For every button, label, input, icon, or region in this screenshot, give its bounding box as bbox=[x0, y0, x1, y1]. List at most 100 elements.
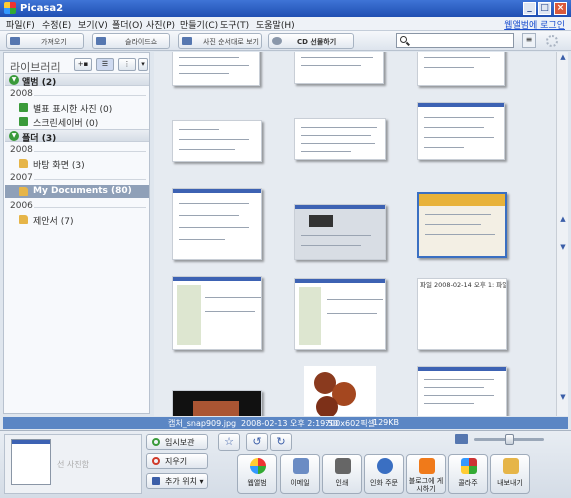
blog-post-button[interactable]: 블로그에 게시하기 bbox=[406, 454, 446, 494]
status-dimensions: 700x602픽셀 bbox=[325, 419, 375, 428]
thumbnail[interactable] bbox=[172, 276, 262, 350]
clear-icon bbox=[152, 457, 160, 465]
menu-view[interactable]: 보기(V) bbox=[78, 18, 108, 31]
thumbnail[interactable] bbox=[294, 278, 386, 350]
thumbnail-selected[interactable] bbox=[417, 192, 507, 258]
toolbar: 가져오기 슬라이드쇼 사진 순서대로 보기 CD 선물하기 ≡ bbox=[0, 31, 571, 51]
add-album-button[interactable]: +▪ bbox=[74, 58, 92, 71]
email-button[interactable]: 이메일 bbox=[280, 454, 320, 494]
folder-item-desktop[interactable]: 바탕 화면 (3) bbox=[16, 157, 148, 171]
slideshow-icon bbox=[96, 37, 106, 45]
collage-icon bbox=[461, 458, 477, 474]
import-icon bbox=[10, 37, 20, 45]
gift-cd-button[interactable]: CD 선물하기 bbox=[268, 33, 354, 49]
zoom-icon bbox=[455, 434, 468, 444]
menu-tools[interactable]: 도구(T) bbox=[220, 18, 249, 31]
email-icon bbox=[293, 458, 309, 474]
sidebar-options-button[interactable]: ▾ bbox=[138, 58, 148, 71]
thumbnail-grid: 파일 2008-02-14 오후 1: 파일 2008-02-14 오후 2: … bbox=[154, 52, 556, 416]
export-folder-icon bbox=[503, 458, 519, 474]
status-bar: 캡처_snap909.jpg 2008-02-13 오후 2:19:50 700… bbox=[3, 417, 568, 429]
rotate-right-button[interactable]: ↻ bbox=[270, 433, 292, 451]
menu-edit[interactable]: 수정(E) bbox=[42, 18, 71, 31]
divider bbox=[34, 95, 146, 96]
thumbnail[interactable] bbox=[294, 52, 384, 84]
library-sidebar: 라이브러리 +▪ ☰ ⋮ ▾ ▼ 앨범 (2) 2008 별표 표시한 사진 (… bbox=[3, 52, 150, 414]
thumbnail[interactable] bbox=[417, 102, 505, 160]
thumbnail[interactable] bbox=[294, 204, 386, 260]
web-album-button[interactable]: 웹앨범 bbox=[237, 454, 277, 494]
import-button[interactable]: 가져오기 bbox=[6, 33, 84, 49]
grid-scrollbar[interactable]: ▲ ▲ ▼ ▼ bbox=[556, 52, 568, 416]
order-prints-button[interactable]: 인화 주문 bbox=[364, 454, 404, 494]
export-button[interactable]: 내보내기 bbox=[490, 454, 530, 494]
album-icon bbox=[19, 117, 28, 126]
thumbnail-file-list[interactable]: 파일 2008-02-14 오후 1: 파일 2008-02-14 오후 2: … bbox=[417, 278, 507, 350]
timeline-icon bbox=[182, 37, 192, 45]
folder-icon bbox=[19, 159, 28, 168]
window-title: Picasa2 bbox=[20, 3, 64, 14]
printer-icon bbox=[335, 458, 351, 474]
tray-thumbnail[interactable] bbox=[11, 439, 51, 485]
search-options-button[interactable]: ≡ bbox=[522, 33, 536, 48]
add-to-button[interactable]: 추가 위치 ▾ bbox=[146, 473, 208, 489]
hold-button[interactable]: 임시보관 bbox=[146, 434, 208, 450]
album-icon bbox=[19, 103, 28, 112]
print-button[interactable]: 인쇄 bbox=[322, 454, 362, 494]
slideshow-button[interactable]: 슬라이드쇼 bbox=[92, 33, 170, 49]
albums-header[interactable]: ▼ 앨범 (2) bbox=[5, 73, 149, 88]
year-label: 2008 bbox=[10, 145, 33, 155]
cd-icon bbox=[272, 37, 282, 45]
menu-help[interactable]: 도움말(H) bbox=[256, 18, 295, 31]
thumbnail[interactable] bbox=[304, 366, 376, 416]
folder-icon bbox=[19, 187, 28, 196]
collapse-icon: ▼ bbox=[9, 75, 19, 85]
menu-picture[interactable]: 사진(P) bbox=[146, 18, 175, 31]
menu-create[interactable]: 만들기(C) bbox=[180, 18, 218, 31]
thumbnail[interactable] bbox=[172, 52, 260, 86]
collapse-icon: ▼ bbox=[9, 131, 19, 141]
thumbnail[interactable] bbox=[417, 366, 507, 416]
web-album-login-link[interactable]: 웹앨범에 로그인 bbox=[504, 18, 565, 31]
scroll-down-icon[interactable]: ▼ bbox=[557, 242, 569, 253]
minimize-button[interactable]: _ bbox=[523, 2, 536, 15]
thumbnail[interactable] bbox=[172, 390, 262, 416]
menu-bar: 파일(F) 수정(E) 보기(V) 폴더(O) 사진(P) 만들기(C) 도구(… bbox=[0, 17, 571, 31]
title-bar: Picasa2 _ □ × bbox=[0, 0, 571, 17]
folders-header[interactable]: ▼ 폴더 (3) bbox=[5, 129, 149, 144]
menu-folder[interactable]: 폴더(O) bbox=[112, 18, 143, 31]
hold-icon bbox=[152, 438, 160, 446]
scroll-up-icon[interactable]: ▲ bbox=[557, 214, 569, 225]
scroll-down-icon[interactable]: ▼ bbox=[557, 392, 569, 403]
star-button[interactable]: ☆ bbox=[218, 433, 240, 451]
rotate-left-button[interactable]: ↺ bbox=[246, 433, 268, 451]
scroll-up-icon[interactable]: ▲ bbox=[557, 52, 569, 63]
clear-button[interactable]: 지우기 bbox=[146, 453, 208, 469]
menu-file[interactable]: 파일(F) bbox=[6, 18, 35, 31]
album-item-starred[interactable]: 별표 표시한 사진 (0) bbox=[16, 101, 148, 115]
status-date: 2008-02-13 오후 2:19:50 bbox=[241, 419, 339, 428]
thumbnail[interactable] bbox=[417, 52, 505, 86]
list-view-button[interactable]: ☰ bbox=[96, 58, 114, 71]
album-item-screensaver[interactable]: 스크린세이버 (0) bbox=[16, 115, 148, 129]
thumbnail[interactable] bbox=[294, 118, 386, 160]
thumbnail[interactable] bbox=[172, 188, 262, 260]
blogger-icon bbox=[419, 458, 435, 474]
slider-handle[interactable] bbox=[505, 434, 514, 445]
close-button[interactable]: × bbox=[554, 2, 567, 15]
folder-item-proposal[interactable]: 제안서 (7) bbox=[16, 213, 148, 227]
divider bbox=[34, 207, 146, 208]
tree-view-button[interactable]: ⋮ bbox=[118, 58, 136, 71]
collage-button[interactable]: 콜라주 bbox=[448, 454, 488, 494]
tray-label: 선 사진함 bbox=[57, 460, 89, 469]
search-icon bbox=[400, 36, 407, 43]
folder-item-my-documents[interactable]: My Documents (80) bbox=[5, 185, 149, 198]
timeline-button[interactable]: 사진 순서대로 보기 bbox=[178, 33, 262, 49]
add-to-icon bbox=[152, 477, 160, 485]
maximize-button[interactable]: □ bbox=[538, 2, 551, 15]
loading-spinner-icon bbox=[546, 35, 558, 47]
thumbnail[interactable] bbox=[172, 120, 262, 162]
photo-tray-panel: 선 사진함 임시보관 지우기 추가 위치 ▾ ☆ ↺ ↻ 웹앨범 이메일 인쇄 … bbox=[0, 430, 571, 498]
search-input[interactable] bbox=[396, 33, 514, 48]
picasa-app-icon bbox=[4, 2, 16, 14]
